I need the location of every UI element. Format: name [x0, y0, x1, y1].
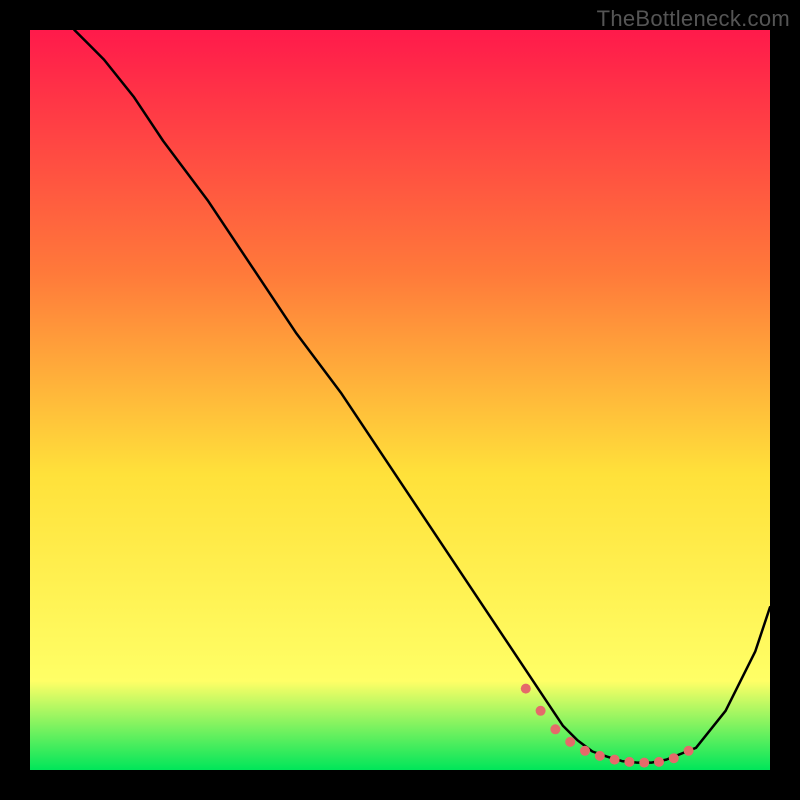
bottleneck-chart: TheBottleneck.com	[0, 0, 800, 800]
marker-dot	[624, 757, 634, 767]
marker-dot	[639, 758, 649, 768]
margin-right	[770, 0, 800, 800]
marker-dot	[521, 684, 531, 694]
marker-dot	[536, 706, 546, 716]
marker-dot	[654, 757, 664, 767]
marker-dot	[610, 755, 620, 765]
marker-dot	[580, 746, 590, 756]
margin-left	[0, 0, 30, 800]
marker-dot	[684, 746, 694, 756]
marker-dot	[565, 737, 575, 747]
chart-svg	[0, 0, 800, 800]
plot-background	[30, 30, 770, 770]
marker-dot	[669, 753, 679, 763]
marker-dot	[595, 751, 605, 761]
margin-bottom	[0, 770, 800, 800]
marker-dot	[550, 724, 560, 734]
watermark-text: TheBottleneck.com	[597, 6, 790, 32]
